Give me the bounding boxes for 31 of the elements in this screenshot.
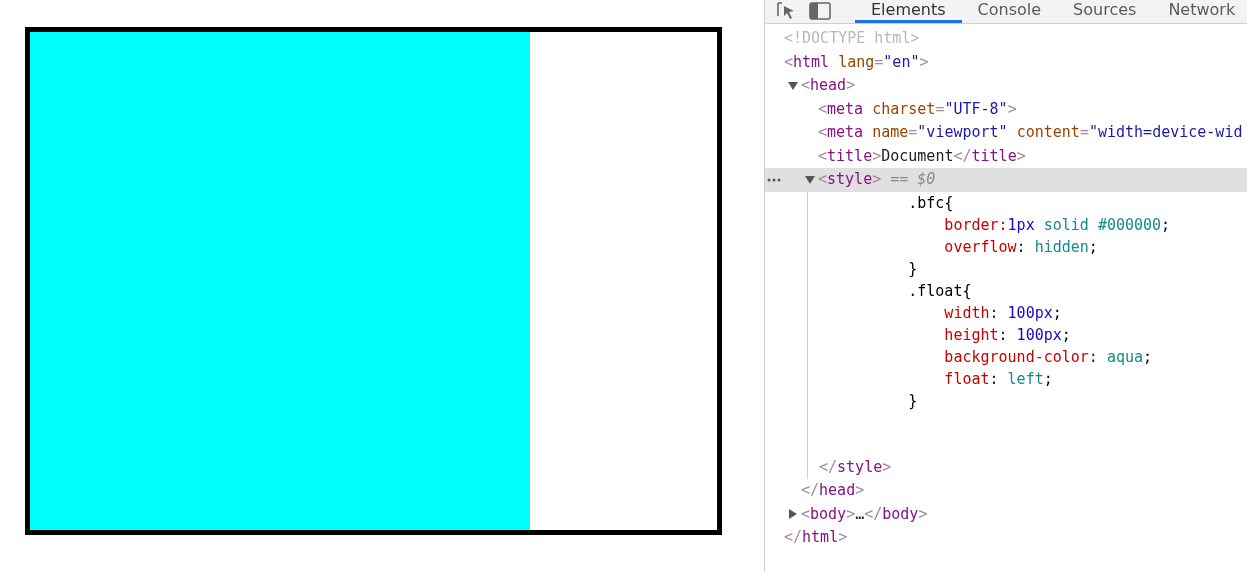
- more-icon[interactable]: [767, 178, 781, 182]
- dom-node-line[interactable]: <head>: [801, 74, 856, 98]
- selected-node-row[interactable]: <style> == $0: [765, 168, 1247, 192]
- panel-tab[interactable]: Network: [1152, 0, 1247, 23]
- css-declaration-line: float: left;: [943, 368, 1054, 390]
- css-brace-line: }: [907, 390, 919, 412]
- collapsed-arrow-icon[interactable]: [788, 509, 798, 520]
- dom-closing-tag[interactable]: </head>: [801, 479, 865, 503]
- panel-tab[interactable]: Console: [961, 0, 1058, 23]
- dom-node-line[interactable]: <style>: [818, 168, 882, 192]
- css-selector-line: .float{: [907, 280, 973, 302]
- expanded-arrow-icon[interactable]: [805, 174, 815, 185]
- device-toggle-icon[interactable]: [809, 1, 831, 21]
- css-brace-line: }: [907, 258, 919, 280]
- dom-node-line[interactable]: <html lang="en">: [784, 50, 929, 74]
- dom-node-line[interactable]: <title>Document</title>: [818, 144, 1026, 168]
- node-reference-text: == $0: [890, 169, 936, 190]
- expanded-arrow-icon[interactable]: [788, 80, 798, 91]
- css-declaration-line: background-color: aqua;: [943, 346, 1154, 368]
- dom-node-line[interactable]: <meta name="viewport" content="width=device-wid: [818, 121, 1243, 145]
- css-selector-line: .bfc{: [907, 192, 955, 214]
- css-declaration-line: overflow: hidden;: [943, 236, 1099, 258]
- css-declaration-line: border:1px solid #000000;: [943, 214, 1172, 236]
- css-declaration-line: width: 100px;: [943, 302, 1063, 324]
- panel-tab[interactable]: Elements: [855, 0, 962, 23]
- dom-node-line[interactable]: <meta charset="UTF-8">: [818, 97, 1017, 121]
- dom-node-line[interactable]: <body>…</body>: [801, 502, 928, 526]
- css-declaration-line: height: 100px;: [943, 324, 1072, 346]
- panel-tab[interactable]: Sources: [1057, 0, 1153, 23]
- dom-closing-tag[interactable]: </style>: [819, 455, 892, 479]
- dom-closing-tag[interactable]: </html>: [784, 526, 848, 550]
